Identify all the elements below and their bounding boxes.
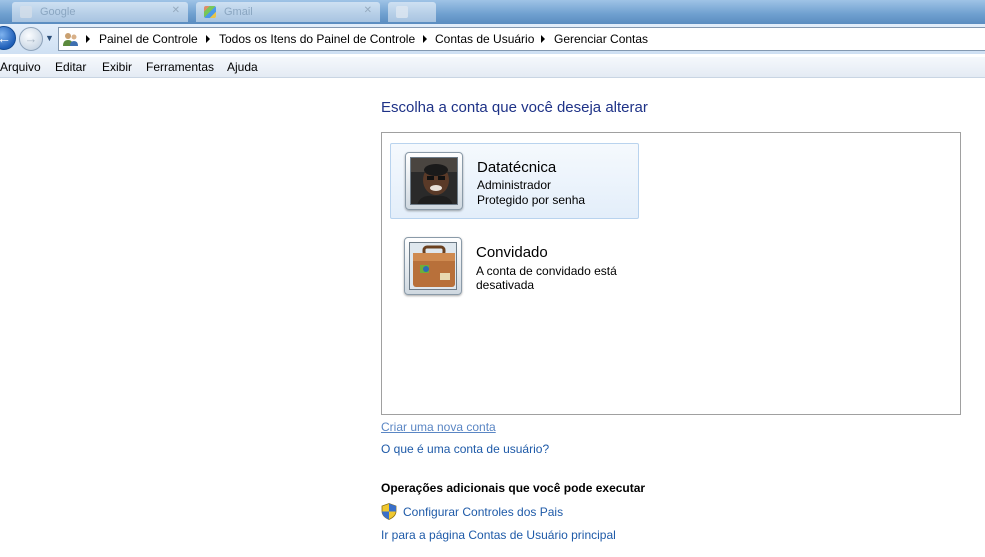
breadcrumb-separator-icon[interactable] <box>541 35 545 43</box>
user-accounts-icon <box>63 33 78 46</box>
breadcrumb-separator-icon[interactable] <box>423 35 427 43</box>
breadcrumb-contas-de-usuario[interactable]: Contas de Usuário <box>435 32 534 46</box>
additional-tasks-title: Operações adicionais que você pode execu… <box>381 481 646 495</box>
account-type: Administrador <box>477 178 552 192</box>
menu-arquivo[interactable]: Arquivo <box>0 60 41 74</box>
menu-bar: Arquivo Editar Exibir Ferramentas Ajuda <box>0 57 985 78</box>
create-account-link[interactable]: Criar uma nova conta <box>381 420 496 434</box>
forward-button[interactable]: → <box>19 27 43 51</box>
recent-pages-dropdown[interactable]: ▼ <box>45 33 54 43</box>
account-name: Datatécnica <box>477 159 557 176</box>
suitcase-icon <box>409 242 457 290</box>
account-status: A conta de convidado está desativada <box>476 264 617 292</box>
tab-new[interactable] <box>388 2 436 22</box>
navigation-bar: ← → ▼ Painel de Controle Todos os Itens … <box>0 24 985 54</box>
what-is-account-link[interactable]: O que é uma conta de usuário? <box>381 442 549 456</box>
address-bar[interactable]: Painel de Controle Todos os Itens do Pai… <box>58 27 985 51</box>
blank-page-icon <box>396 6 408 18</box>
user-photo <box>410 157 458 205</box>
windows-icon <box>204 6 216 18</box>
chevron-down-icon: ▼ <box>45 33 54 43</box>
breadcrumb-gerenciar-contas[interactable]: Gerenciar Contas <box>554 32 648 46</box>
breadcrumb-separator-icon[interactable] <box>86 35 90 43</box>
menu-ferramentas[interactable]: Ferramentas <box>146 60 214 74</box>
parental-controls-link[interactable]: Configurar Controles dos Pais <box>403 505 563 519</box>
menu-ajuda[interactable]: Ajuda <box>227 60 258 74</box>
menu-editar[interactable]: Editar <box>55 60 86 74</box>
account-datatecnica[interactable]: Datatécnica Administrador Protegido por … <box>390 143 639 219</box>
account-name: Convidado <box>476 244 548 261</box>
account-picture-frame <box>404 237 462 295</box>
menu-exibir[interactable]: Exibir <box>102 60 132 74</box>
accounts-list: Datatécnica Administrador Protegido por … <box>381 132 961 415</box>
close-icon[interactable]: ✕ <box>364 5 372 16</box>
breadcrumb-separator-icon[interactable] <box>206 35 210 43</box>
account-status: Protegido por senha <box>477 193 586 207</box>
google-icon <box>20 6 32 18</box>
user-accounts-main-link[interactable]: Ir para a página Contas de Usuário princ… <box>381 528 616 542</box>
breadcrumb-painel-de-controle[interactable]: Painel de Controle <box>99 32 198 46</box>
back-arrow-icon: ← <box>0 30 11 46</box>
uac-shield-icon <box>381 503 397 520</box>
tab-gmail[interactable]: Gmail ✕ <box>196 2 380 22</box>
breadcrumb-todos-os-itens[interactable]: Todos os Itens do Painel de Controle <box>219 32 415 46</box>
browser-tab-strip: Google ✕ Gmail ✕ <box>0 0 985 24</box>
tab-google[interactable]: Google ✕ <box>12 2 188 22</box>
back-button[interactable]: ← <box>0 26 16 50</box>
account-convidado[interactable]: Convidado A conta de convidado está desa… <box>390 229 639 305</box>
close-icon[interactable]: ✕ <box>172 5 180 16</box>
page-title: Escolha a conta que você deseja alterar <box>381 99 648 116</box>
forward-arrow-icon: → <box>24 31 38 46</box>
account-picture-frame <box>405 152 463 210</box>
